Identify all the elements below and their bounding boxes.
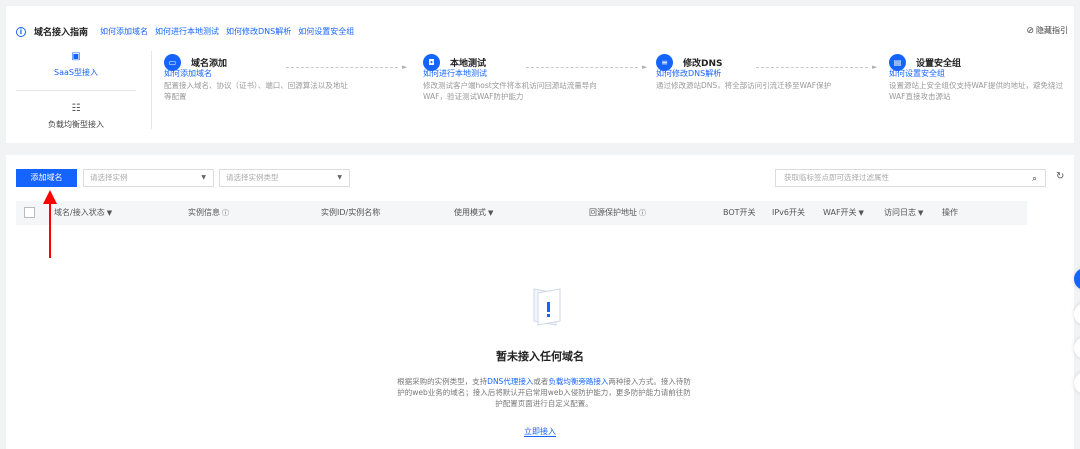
floating-button[interactable]: [1074, 337, 1080, 359]
step-connector: [526, 67, 638, 68]
step-link-security-group[interactable]: 如何设置安全组: [889, 68, 945, 79]
step-title: 域名添加: [191, 58, 228, 69]
annotation-arrow: [43, 190, 57, 258]
step-link-add-domain[interactable]: 如何添加域名: [164, 68, 212, 79]
load-balancer-bypass-link[interactable]: 负载均衡旁路接入: [548, 377, 608, 386]
filter-icon[interactable]: ▼: [918, 209, 923, 217]
step-desc: 设置源站上安全组仅支持WAF提供的地址，避免绕过WAF直接攻击源站: [889, 81, 1063, 101]
floating-button[interactable]: [1074, 372, 1080, 394]
col-actions: 操作: [942, 208, 958, 217]
empty-state-title: 暂未接入任何域名: [496, 350, 584, 363]
info-icon[interactable]: ⓘ: [639, 209, 646, 217]
table-header: 域名/接入状态 ▼ 实例信息 ⓘ 实例ID/实例名称 使用模式 ▼ 回源保护地址 ⓘ B…: [16, 201, 1027, 225]
saas-icon: ▣: [71, 51, 81, 62]
guide-title: 域名接入指南: [34, 28, 89, 38]
hide-guide-label: 隐藏指引: [1036, 26, 1068, 35]
col-instance-info: 实例信息 ⓘ: [188, 208, 229, 217]
instance-select[interactable]: 请选择实例 ▼: [83, 169, 214, 187]
col-bot-switch: BOT开关: [723, 208, 756, 217]
guide-link-modify-dns[interactable]: 如何修改DNS解析: [226, 26, 291, 37]
filter-icon[interactable]: ▼: [859, 209, 864, 217]
search-input[interactable]: 获取临标签点即可选择过滤属性 ⌕: [775, 169, 1046, 187]
step-connector: [286, 67, 398, 68]
access-guide-panel: i 域名接入指南 如何添加域名 如何进行本地测试 如何修改DNS解析 如何设置安…: [6, 6, 1074, 143]
guide-link-security-group[interactable]: 如何设置安全组: [298, 26, 354, 37]
connector-arrow-icon: ►: [642, 63, 648, 71]
refresh-icon[interactable]: ↻: [1056, 171, 1064, 182]
search-icon[interactable]: ⌕: [1032, 171, 1037, 187]
tab-divider: [16, 90, 136, 91]
hide-guide-button[interactable]: ⊘ 隐藏指引: [1026, 25, 1068, 36]
instance-type-select[interactable]: 请选择实例类型 ▼: [219, 169, 350, 187]
step-desc: 通过修改源站DNS，将全部访问引流迁移至WAF保护: [656, 81, 832, 90]
step-desc: 修改测试客户端host文件将本机访问回源站流量导向WAF，验证测试WAF防护能力: [423, 81, 597, 101]
step-connector: [756, 67, 868, 68]
floating-help-button[interactable]: [1074, 268, 1080, 290]
col-waf-switch: WAF开关 ▼: [823, 208, 864, 217]
guide-header: i 域名接入指南 如何添加域名 如何进行本地测试 如何修改DNS解析 如何设置安…: [16, 25, 361, 38]
instance-select-placeholder: 请选择实例: [90, 173, 128, 182]
step-title: 设置安全组: [916, 58, 962, 69]
guide-link-add-domain[interactable]: 如何添加域名: [100, 26, 148, 37]
eye-off-icon: ⊘: [1026, 25, 1034, 36]
floating-button[interactable]: [1074, 303, 1080, 325]
info-icon: i: [16, 26, 26, 37]
step-title: 本地测试: [450, 58, 487, 69]
info-icon[interactable]: ⓘ: [222, 209, 229, 217]
filter-icon[interactable]: ▼: [488, 209, 493, 217]
col-instance-id: 实例ID/实例名称: [321, 208, 381, 217]
dns-proxy-link[interactable]: DNS代理接入: [487, 377, 533, 386]
add-domain-button[interactable]: 添加域名: [16, 169, 77, 187]
caret-down-icon: ▼: [201, 174, 206, 181]
tab-saas-access[interactable]: ▣ SaaS型接入: [16, 51, 136, 78]
empty-state-description: 根据采购的实例类型，支持DNS代理接入或者负载均衡旁路接入两种接入方式。接入待防…: [397, 377, 691, 408]
step-desc: 配置接入域名、协议（证书）、端口、回源算法以及地址等配置: [164, 81, 348, 101]
col-domain-status: 域名/接入状态 ▼: [54, 208, 113, 217]
vertical-divider: [151, 51, 152, 129]
search-placeholder: 获取临标签点即可选择过滤属性: [784, 173, 889, 182]
access-now-link[interactable]: 立即接入: [6, 426, 1074, 437]
guide-link-local-test[interactable]: 如何进行本地测试: [155, 26, 219, 37]
step-link-local-test[interactable]: 如何进行本地测试: [423, 68, 487, 79]
connector-arrow-icon: ►: [402, 63, 408, 71]
domain-list-panel: 添加域名 请选择实例 ▼ 请选择实例类型 ▼ 获取临标签点即可选择过滤属性 ⌕ …: [6, 155, 1074, 449]
col-origin-protection: 回源保护地址 ⓘ: [589, 208, 646, 217]
tab-load-balancer-access[interactable]: ☷ 负载均衡型接入: [16, 103, 136, 130]
tab-load-balancer-label: 负载均衡型接入: [48, 120, 104, 129]
col-usage-mode: 使用模式 ▼: [454, 208, 494, 217]
step-title: 修改DNS: [683, 58, 723, 69]
col-ipv6-switch: IPv6开关: [772, 208, 806, 217]
tab-saas-label: SaaS型接入: [54, 68, 98, 77]
instance-type-placeholder: 请选择实例类型: [226, 173, 279, 182]
connector-arrow-icon: ►: [872, 63, 878, 71]
filter-icon[interactable]: ▼: [107, 209, 112, 217]
col-access-log: 访问日志 ▼: [884, 208, 924, 217]
step-link-modify-dns[interactable]: 如何修改DNS解析: [656, 68, 721, 79]
caret-down-icon: ▼: [337, 174, 342, 181]
load-balancer-icon: ☷: [71, 103, 81, 114]
select-all-checkbox[interactable]: [24, 207, 35, 218]
empty-document-icon: [533, 288, 561, 326]
